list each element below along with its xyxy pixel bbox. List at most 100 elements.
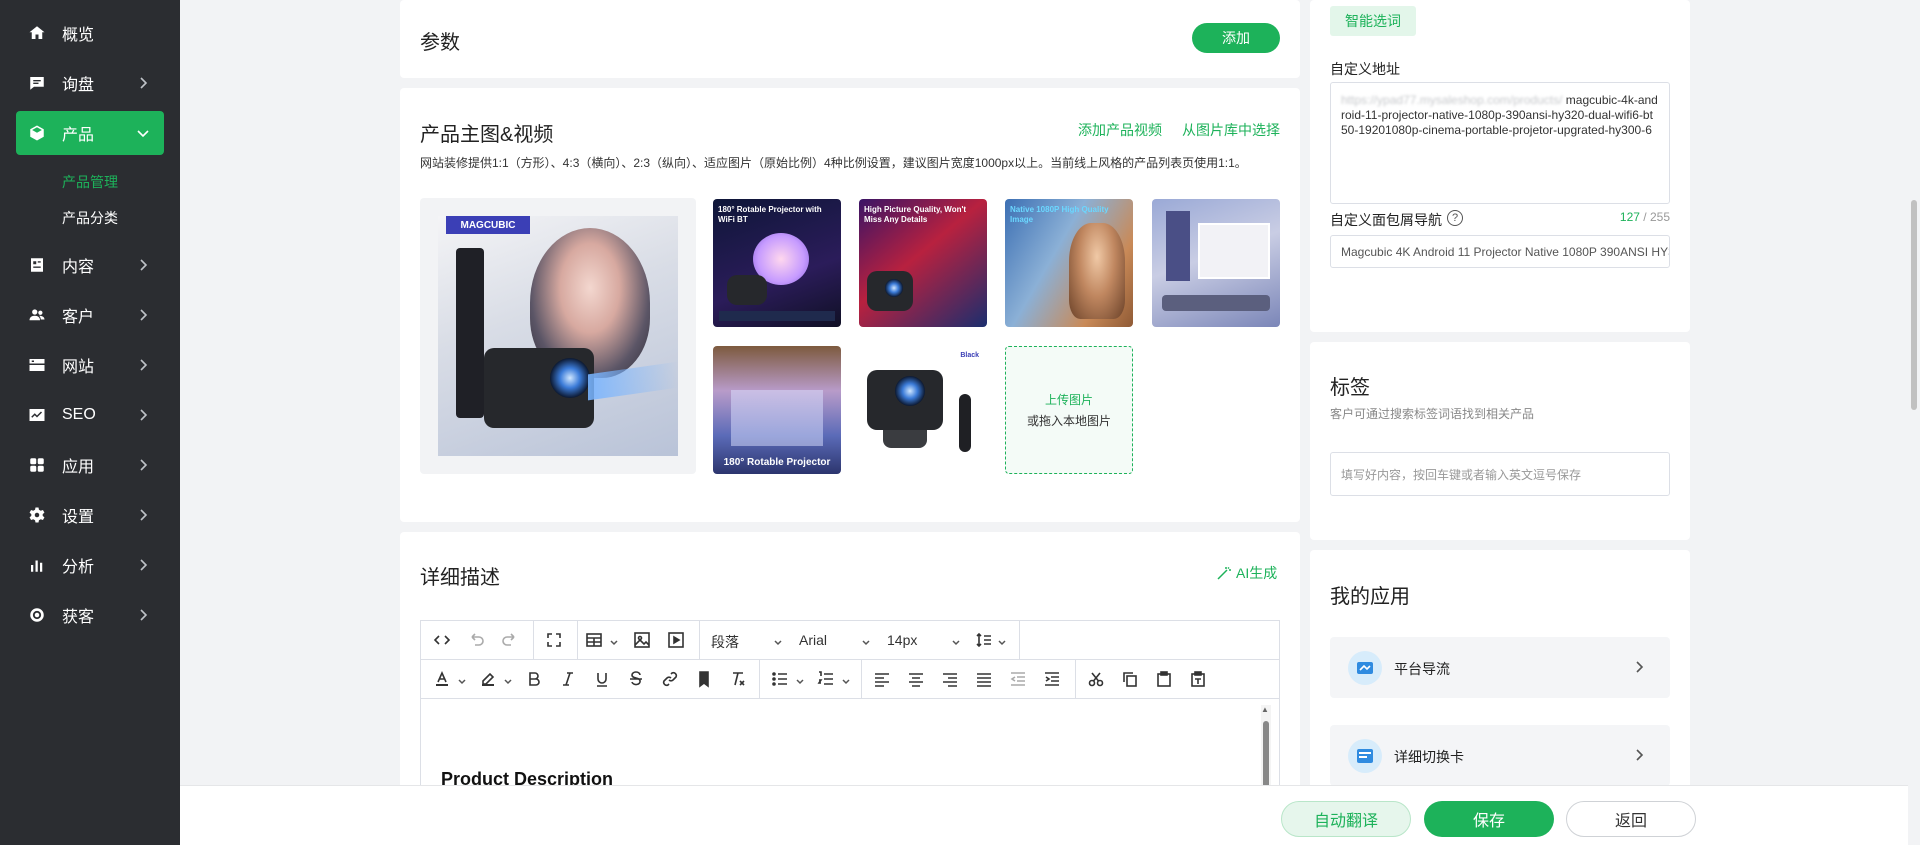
remote-control <box>959 394 971 452</box>
app-row-platform-traffic[interactable]: 平台导流 <box>1330 637 1670 698</box>
nav-item-overview[interactable]: 概览 <box>16 11 164 55</box>
main-product-image[interactable]: MAGCUBIC <box>420 198 696 474</box>
table-icon[interactable] <box>583 629 605 651</box>
nav-item-analytics[interactable]: 分析 <box>16 543 164 587</box>
nav-item-website[interactable]: 网站 <box>16 343 164 387</box>
numbered-list-icon[interactable] <box>815 668 837 690</box>
add-param-button[interactable]: 添加 <box>1192 23 1280 53</box>
sofa <box>1162 295 1270 311</box>
chevron-down-icon[interactable] <box>997 635 1007 646</box>
chevron-down-icon[interactable] <box>795 674 805 685</box>
italic-icon[interactable] <box>557 668 579 690</box>
align-justify-icon[interactable] <box>973 668 995 690</box>
chevron-down-icon[interactable] <box>609 635 619 646</box>
bold-icon[interactable] <box>523 668 545 690</box>
users-icon <box>28 306 46 324</box>
nav-item-acquisition[interactable]: 获客 <box>16 593 164 637</box>
indent-icon[interactable] <box>1041 668 1063 690</box>
chevron-down-icon[interactable] <box>457 674 467 685</box>
paste-text-icon[interactable] <box>1187 668 1209 690</box>
align-left-icon[interactable] <box>871 668 893 690</box>
text-color-icon[interactable] <box>431 668 453 690</box>
add-video-link[interactable]: 添加产品视频 <box>1078 120 1162 140</box>
help-icon[interactable]: ? <box>1447 210 1463 226</box>
nav-item-products[interactable]: 产品 <box>16 111 164 155</box>
back-button[interactable]: 返回 <box>1566 801 1696 837</box>
source-code-icon[interactable] <box>431 629 453 651</box>
product-thumb[interactable]: Native 1080P High Quality Image <box>1005 199 1133 327</box>
nav-item-seo[interactable]: SEO <box>16 393 164 437</box>
clear-format-icon[interactable] <box>727 668 749 690</box>
chevron-down-icon[interactable] <box>773 635 783 646</box>
video-icon[interactable] <box>665 629 687 651</box>
product-thumb[interactable]: 180° Rotable Projector with WiFi BT <box>713 199 841 327</box>
paste-icon[interactable] <box>1153 668 1175 690</box>
nav-item-settings[interactable]: 设置 <box>16 493 164 537</box>
auto-translate-button[interactable]: 自动翻译 <box>1281 801 1411 837</box>
tags-card: 标签 客户可通过搜索标签词语找到相关产品 填写好内容，按回车键或者输入英文逗号保… <box>1310 342 1690 540</box>
strikethrough-icon[interactable] <box>625 668 647 690</box>
font-size-select[interactable]: 14px <box>887 632 917 648</box>
editor-toolbar-row-1: 段落 Arial 14px <box>421 621 1279 660</box>
nav-item-inquiry[interactable]: 询盘 <box>16 61 164 105</box>
align-right-icon[interactable] <box>939 668 961 690</box>
page-scrollbar[interactable] <box>1908 0 1920 845</box>
sub-item-product-management[interactable]: 产品管理 <box>62 172 118 192</box>
paragraph-select[interactable]: 段落 <box>711 632 739 652</box>
save-button[interactable]: 保存 <box>1424 801 1554 837</box>
cut-icon[interactable] <box>1085 668 1107 690</box>
chevron-down-icon[interactable] <box>861 635 871 646</box>
sub-item-product-category[interactable]: 产品分类 <box>62 208 118 228</box>
nav-item-content[interactable]: 内容 <box>16 243 164 287</box>
image-icon[interactable] <box>631 629 653 651</box>
breadcrumb-input[interactable]: Magcubic 4K Android 11 Projector Native … <box>1330 235 1670 268</box>
chevron-down-icon <box>136 126 150 140</box>
chevron-down-icon[interactable] <box>841 674 851 685</box>
copy-icon[interactable] <box>1119 668 1141 690</box>
outdent-icon[interactable] <box>1007 668 1029 690</box>
line-height-icon[interactable] <box>973 629 995 651</box>
product-thumb[interactable] <box>1152 199 1280 327</box>
fullscreen-icon[interactable] <box>543 629 565 651</box>
font-family-select[interactable]: Arial <box>799 632 827 648</box>
media-title: 产品主图&视频 <box>420 124 554 146</box>
from-library-link[interactable]: 从图片库中选择 <box>1182 120 1280 140</box>
tabs-app-icon <box>1348 739 1382 773</box>
brand-badge: MAGCUBIC <box>446 216 530 234</box>
my-apps-title: 我的应用 <box>1330 586 1410 608</box>
website-icon <box>28 356 46 374</box>
breadcrumb-max: / 255 <box>1643 210 1670 224</box>
chevron-right-icon <box>1632 660 1646 674</box>
smart-select-button[interactable]: 智能选词 <box>1330 6 1416 36</box>
product-thumb[interactable]: High Picture Quality, Won't Miss Any Det… <box>859 199 987 327</box>
nav-label: 概览 <box>62 27 95 44</box>
home-icon <box>28 24 46 42</box>
page-scroll-thumb[interactable] <box>1911 200 1917 410</box>
thumb-caption: 180° Rotable Projector <box>723 457 831 468</box>
tags-input[interactable]: 填写好内容，按回车键或者输入英文逗号保存 <box>1330 452 1670 496</box>
chevron-down-icon[interactable] <box>951 635 961 646</box>
chevron-right-icon <box>136 458 150 472</box>
undo-icon[interactable] <box>465 629 487 651</box>
link-icon[interactable] <box>659 668 681 690</box>
custom-url-field[interactable]: https://ypad77.mysaleshop.com/products/ … <box>1330 82 1670 204</box>
bookmark-icon[interactable] <box>693 668 715 690</box>
app-row-detail-tabs[interactable]: 详细切换卡 <box>1330 725 1670 786</box>
gear-icon <box>28 506 46 524</box>
nav-label: 内容 <box>62 259 95 276</box>
align-center-icon[interactable] <box>905 668 927 690</box>
product-thumb[interactable]: 180° Rotable Projector <box>713 346 841 474</box>
product-thumb[interactable]: Black <box>859 346 987 474</box>
chevron-down-icon[interactable] <box>503 674 513 685</box>
highlight-icon[interactable] <box>477 668 499 690</box>
redo-icon[interactable] <box>499 629 521 651</box>
underline-icon[interactable] <box>591 668 613 690</box>
chart-line-icon <box>28 406 46 424</box>
upload-image-dropzone[interactable]: 上传图片 或拖入本地图片 <box>1005 346 1133 474</box>
chevron-right-icon <box>136 76 150 90</box>
nav-item-customers[interactable]: 客户 <box>16 293 164 337</box>
target-icon <box>28 606 46 624</box>
bullet-list-icon[interactable] <box>769 668 791 690</box>
ai-generate-button[interactable]: AI生成 <box>1216 563 1277 583</box>
nav-item-apps[interactable]: 应用 <box>16 443 164 487</box>
